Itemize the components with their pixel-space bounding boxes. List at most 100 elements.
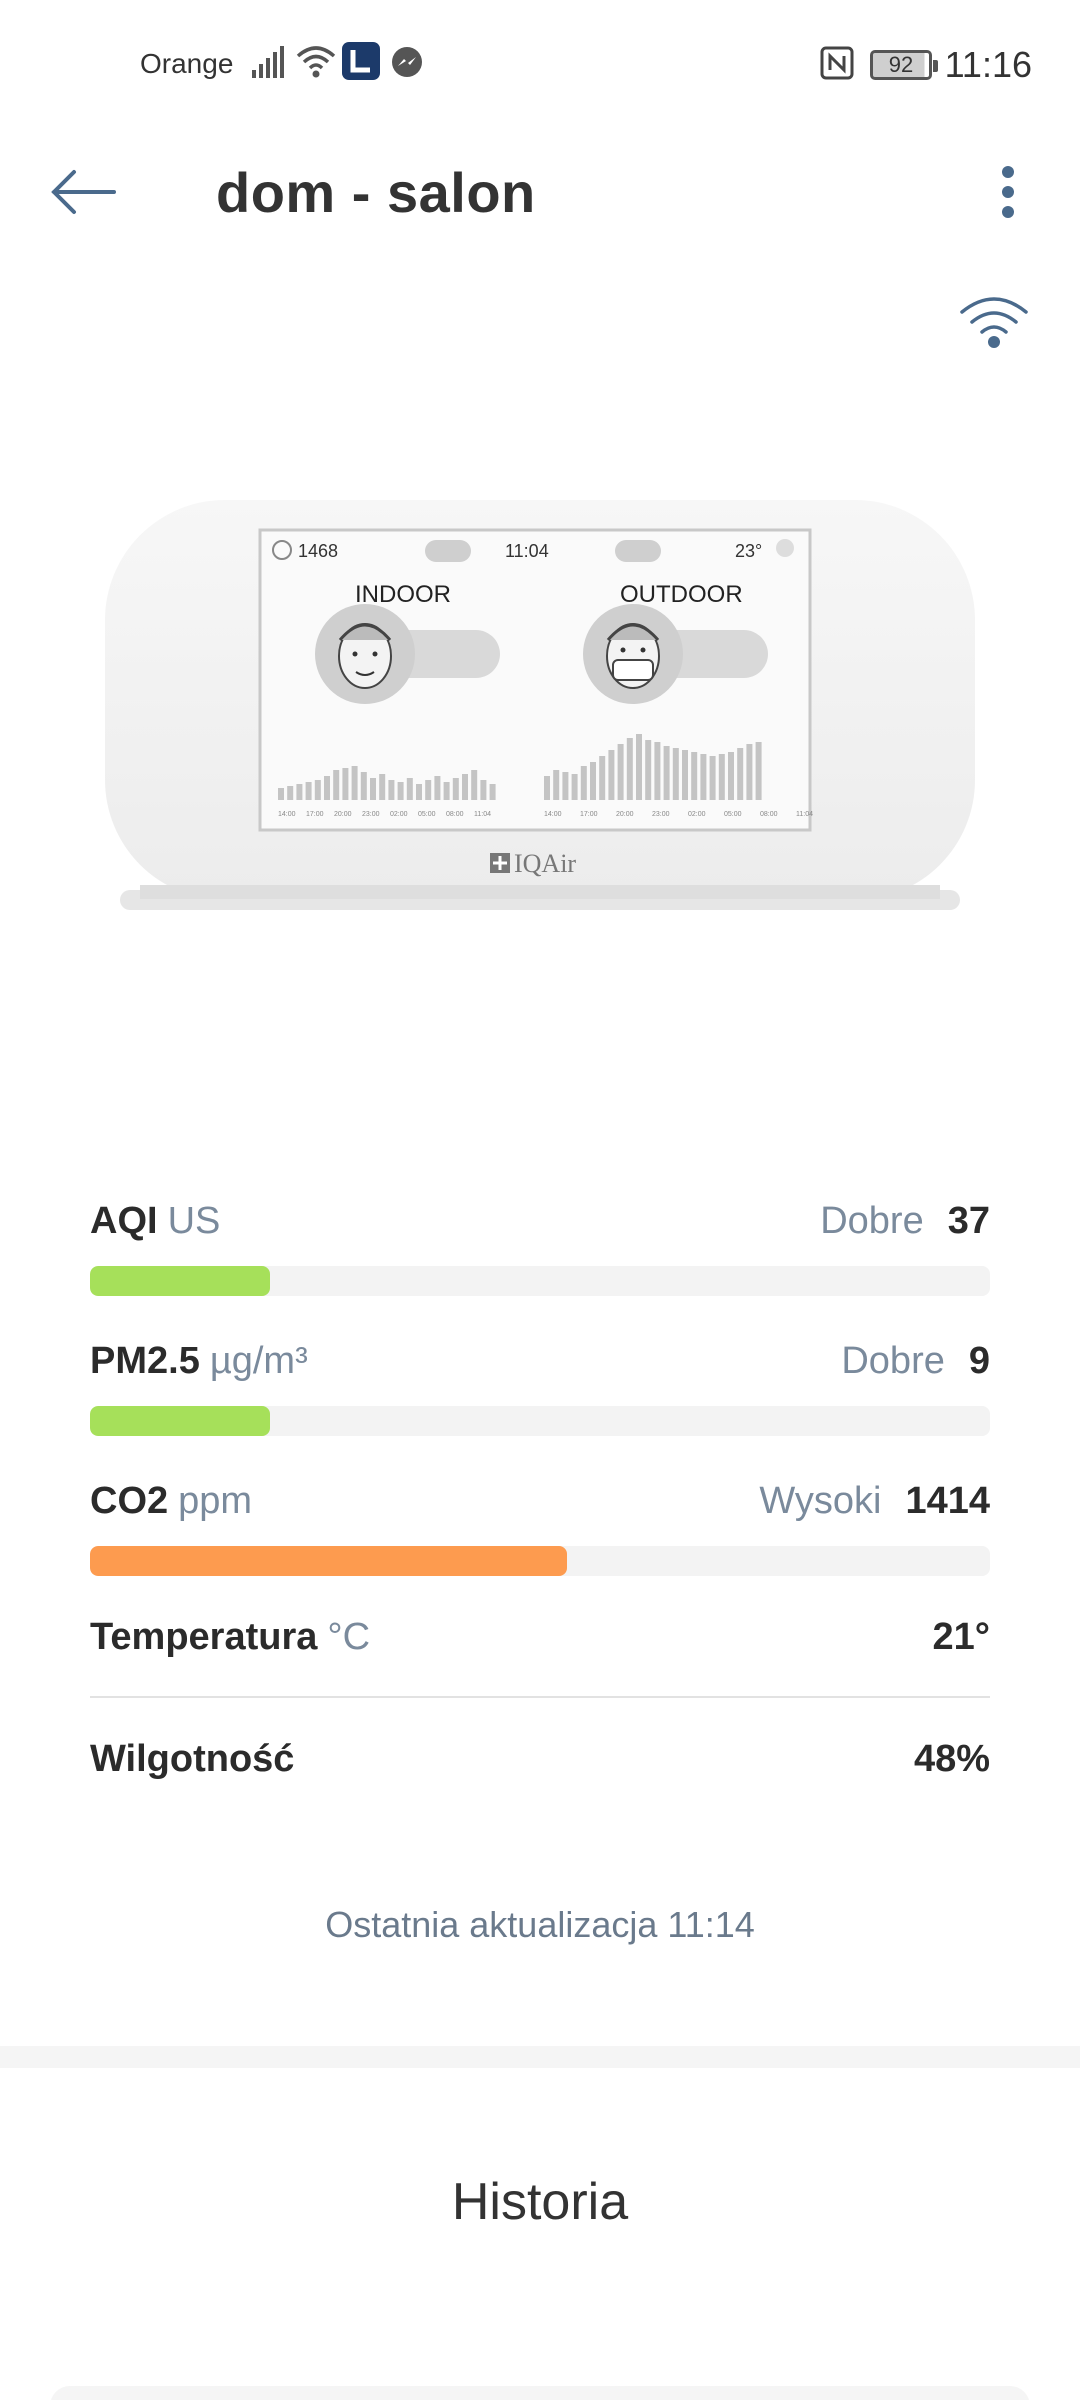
iqair-logo [490,853,510,873]
pm25-status: Dobre [841,1340,945,1382]
more-vert-icon[interactable] [996,160,1020,224]
carrier-name: Orange [140,48,234,79]
device-chart-bar [314,780,321,800]
device-chart-tick: 05:00 [724,811,742,818]
pm25-label: PM2.5 µg/m³ [90,1340,308,1382]
temperature-unit: °C [327,1616,371,1658]
device-chart-bar [636,734,642,800]
device-chart-tick: 02:00 [688,811,706,818]
history-card[interactable] [50,2386,1030,2400]
device-chart-bar [746,744,753,800]
device-chart-tick: 17:00 [306,811,324,818]
device-temperature: 23° [735,541,762,561]
aqi-metric: AQI US Dobre 37 [90,1200,990,1296]
device-chart-bar [324,776,330,800]
device-chart-bar [434,776,441,800]
device-time: 11:04 [505,541,549,561]
device-grille [140,885,940,899]
device-chart-bar [580,766,587,800]
device-chart-bar [471,770,478,800]
device-chart-bar [379,774,386,800]
co2-bar-fill [90,1546,567,1576]
temperature-value: 21° [932,1616,990,1658]
co2-metric: CO2 ppm Wysoki 1414 [90,1480,990,1576]
status-time: 11:16 [944,44,1032,85]
device-chart-bar [645,740,652,800]
device-chart-bar [305,782,312,800]
device-chart-bar [425,780,432,800]
device-chart-bar [388,780,395,800]
device-chart-bar [480,780,487,800]
device-chart-bar [709,756,716,800]
device-chart-bar [544,776,550,800]
device-chart-tick: 08:00 [760,811,778,818]
device-chart-bar [351,766,358,800]
device-chart-bar [599,756,606,800]
brand-name: IQAir [514,849,576,878]
signal-icon [252,46,284,78]
temperature-row: Temperatura °C 21° [90,1576,990,1696]
device-chart-bar [608,750,615,800]
app-notification-icon [342,42,380,80]
device-chart-bar [397,782,404,800]
device-chart-tick: 08:00 [446,811,464,818]
device-chart-bar [278,788,284,800]
device-chart-bar [728,752,734,800]
device-chart-tick: 20:00 [334,811,352,818]
humidity-row: Wilgotność 48% [90,1698,990,1818]
nfc-icon [820,46,854,80]
device-chart-bar [626,738,633,800]
status-bar: Orange 92 11:16 [0,0,1080,130]
pm25-bar-fill [90,1406,270,1436]
device-chart-tick: 17:00 [580,811,598,818]
co2-label: CO2 ppm [90,1480,253,1522]
humidity-value: 48% [913,1738,990,1780]
device-chart-tick: 23:00 [652,811,670,818]
pm25-bar [90,1406,990,1436]
device-chart-bar [571,774,578,800]
aqi-bar-fill [90,1266,270,1296]
device-chart-tick: 14:00 [278,811,296,818]
indoor-face-icon [338,623,392,689]
wifi-icon[interactable] [958,290,1030,354]
device-chart-bar [296,784,303,800]
device-chart-bar [590,762,596,800]
arrow-left-icon[interactable] [44,160,124,224]
aqi-unit: US [167,1200,221,1242]
device-chart-tick: 05:00 [418,811,436,818]
device-weather-icon [776,539,794,557]
last-update-text: Ostatnia aktualizacja 11:14 [325,1904,755,1945]
device-chart-tick: 02:00 [390,811,408,818]
messenger-icon [392,47,422,77]
device-chart-bar [489,784,496,800]
temperature-label: Temperatura °C [90,1616,371,1658]
device-chart-bar [333,770,340,800]
co2-unit: ppm [178,1480,253,1522]
aqi-bar [90,1266,990,1296]
co2-status: Wysoki [759,1480,882,1522]
device-chart-bar [691,752,698,800]
co2-value: 1414 [905,1480,990,1522]
device-fan-value: 1468 [298,541,338,561]
device-chart-bar [416,784,422,800]
device-chart-bar [443,782,450,800]
pm25-value: 9 [968,1340,990,1382]
device-chart-bar [342,768,349,800]
device-chart-bar [663,746,670,800]
wifi-status-icon [296,46,336,78]
device-chart-bar [682,750,688,800]
outdoor-mask-face-icon [606,623,660,689]
pm25-unit: µg/m³ [209,1340,308,1382]
device-chart-tick: 11:04 [474,811,491,818]
metrics-panel: AQI US Dobre 37 PM2.5 µg/m³ Dobre 9 CO2 ppm W… [90,1200,990,1818]
device-chart-bar [562,772,569,800]
device-chart-bar [370,778,376,800]
outdoor-label: OUTDOOR [620,581,743,608]
device-chart-bar [672,748,679,800]
device-chart-tick: 20:00 [616,811,634,818]
device-chart-bar [452,778,459,800]
page-title: dom - salon [216,161,536,224]
device-chart-tick: 11:04 [796,811,813,818]
indoor-label: INDOOR [355,581,451,608]
aqi-label: AQI US [90,1200,221,1242]
